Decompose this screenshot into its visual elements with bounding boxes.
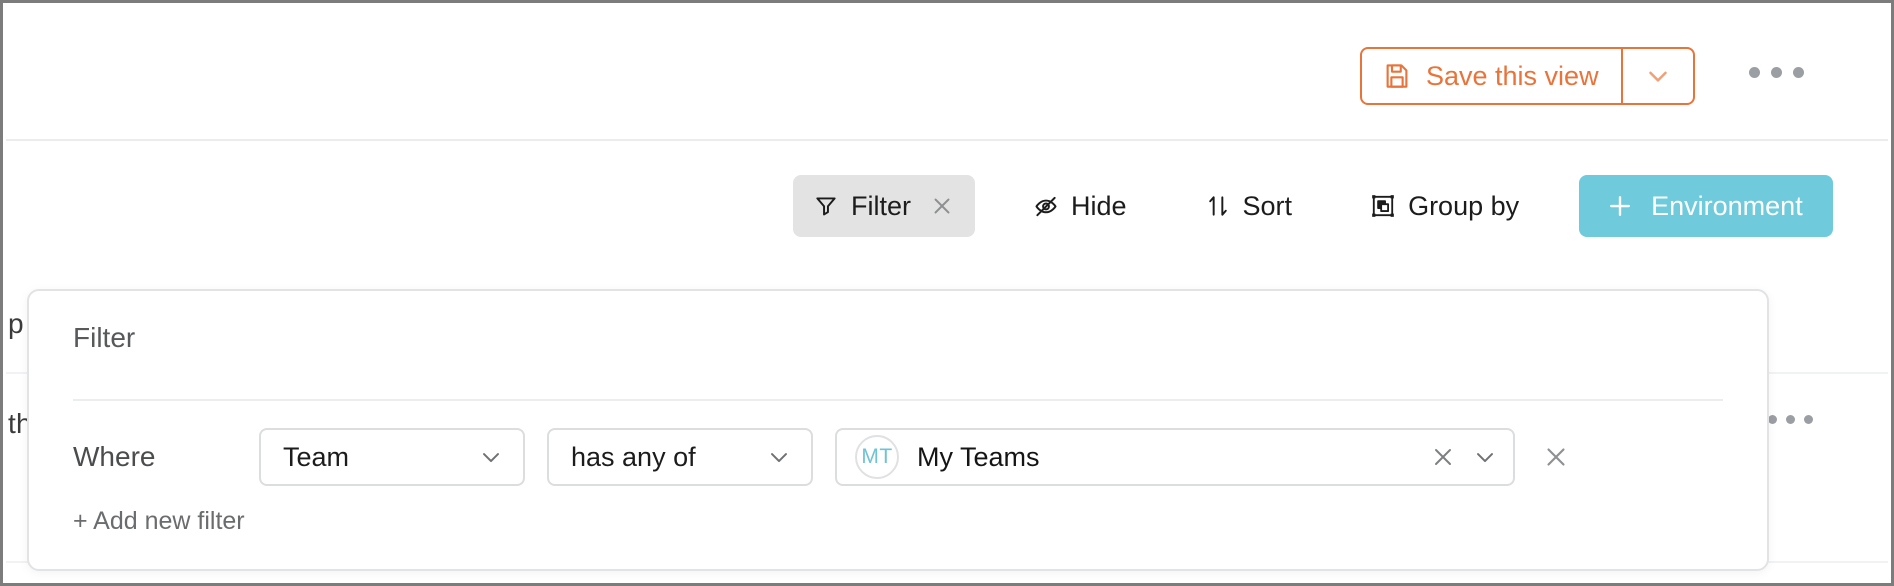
filter-value-text: My Teams <box>917 441 1040 472</box>
dot <box>1786 415 1795 424</box>
clear-filter-icon[interactable] <box>929 193 955 219</box>
screenshot-frame: p th Save this view Filter Hide Sort Gro… <box>0 0 1894 586</box>
floppy-disk-save-icon <box>1382 61 1412 91</box>
view-toolbar: Filter Hide Sort Group by Environment <box>793 175 1833 237</box>
row-more-menu-icon[interactable] <box>1768 415 1813 424</box>
funnel-icon <box>813 193 839 219</box>
view-more-options-button[interactable] <box>1749 67 1804 78</box>
plus-icon <box>1605 191 1635 221</box>
sort-arrows-icon <box>1205 193 1231 219</box>
dot <box>1771 67 1782 78</box>
toolbar-button-group-by-label: Group by <box>1408 190 1520 221</box>
clear-value-icon[interactable] <box>1429 443 1457 471</box>
add-environment-button[interactable]: Environment <box>1579 175 1833 237</box>
toolbar-button-filter-label: Filter <box>851 190 911 221</box>
filter-field-select[interactable]: Team <box>259 428 525 486</box>
save-view-dropdown-button[interactable] <box>1620 49 1693 103</box>
chevron-down-icon <box>1643 61 1673 91</box>
toolbar-button-hide-label: Hide <box>1071 190 1127 221</box>
remove-filter-row-button[interactable] <box>1541 442 1571 472</box>
header-divider <box>6 139 1888 141</box>
save-this-view-label: Save this view <box>1426 60 1599 91</box>
toolbar-button-filter[interactable]: Filter <box>793 175 975 237</box>
filter-field-value: Team <box>283 441 350 472</box>
filter-operator-select[interactable]: has any of <box>547 428 813 486</box>
save-view-button-group[interactable]: Save this view <box>1360 47 1695 105</box>
filter-operator-value: has any of <box>571 441 696 472</box>
toolbar-button-sort[interactable]: Sort <box>1185 175 1313 237</box>
filter-popover-divider <box>73 399 1723 401</box>
group-by-icon <box>1370 193 1396 219</box>
where-label: Where <box>73 441 156 472</box>
filter-condition-row: Where Team has any of MT My Teams <box>73 428 1571 486</box>
filter-popover-title: Filter <box>73 322 136 353</box>
toolbar-button-group-by[interactable]: Group by <box>1350 175 1539 237</box>
avatar: MT <box>855 435 899 479</box>
dot <box>1749 67 1760 78</box>
dot <box>1793 67 1804 78</box>
toolbar-button-hide[interactable]: Hide <box>1013 175 1147 237</box>
save-this-view-button[interactable]: Save this view <box>1362 49 1621 103</box>
chevron-down-icon <box>765 443 793 471</box>
filter-value-select[interactable]: MT My Teams <box>835 428 1515 486</box>
add-environment-label: Environment <box>1651 190 1803 221</box>
add-new-filter-button[interactable]: + Add new filter <box>73 507 245 536</box>
filter-value-actions <box>1429 443 1499 471</box>
filter-popover: Filter Where Team has any of MT My Teams… <box>27 289 1769 571</box>
chevron-down-icon <box>477 443 505 471</box>
dot <box>1804 415 1813 424</box>
dot <box>1768 415 1777 424</box>
chevron-down-icon[interactable] <box>1471 443 1499 471</box>
toolbar-button-sort-label: Sort <box>1242 190 1293 221</box>
eye-off-icon <box>1033 193 1059 219</box>
